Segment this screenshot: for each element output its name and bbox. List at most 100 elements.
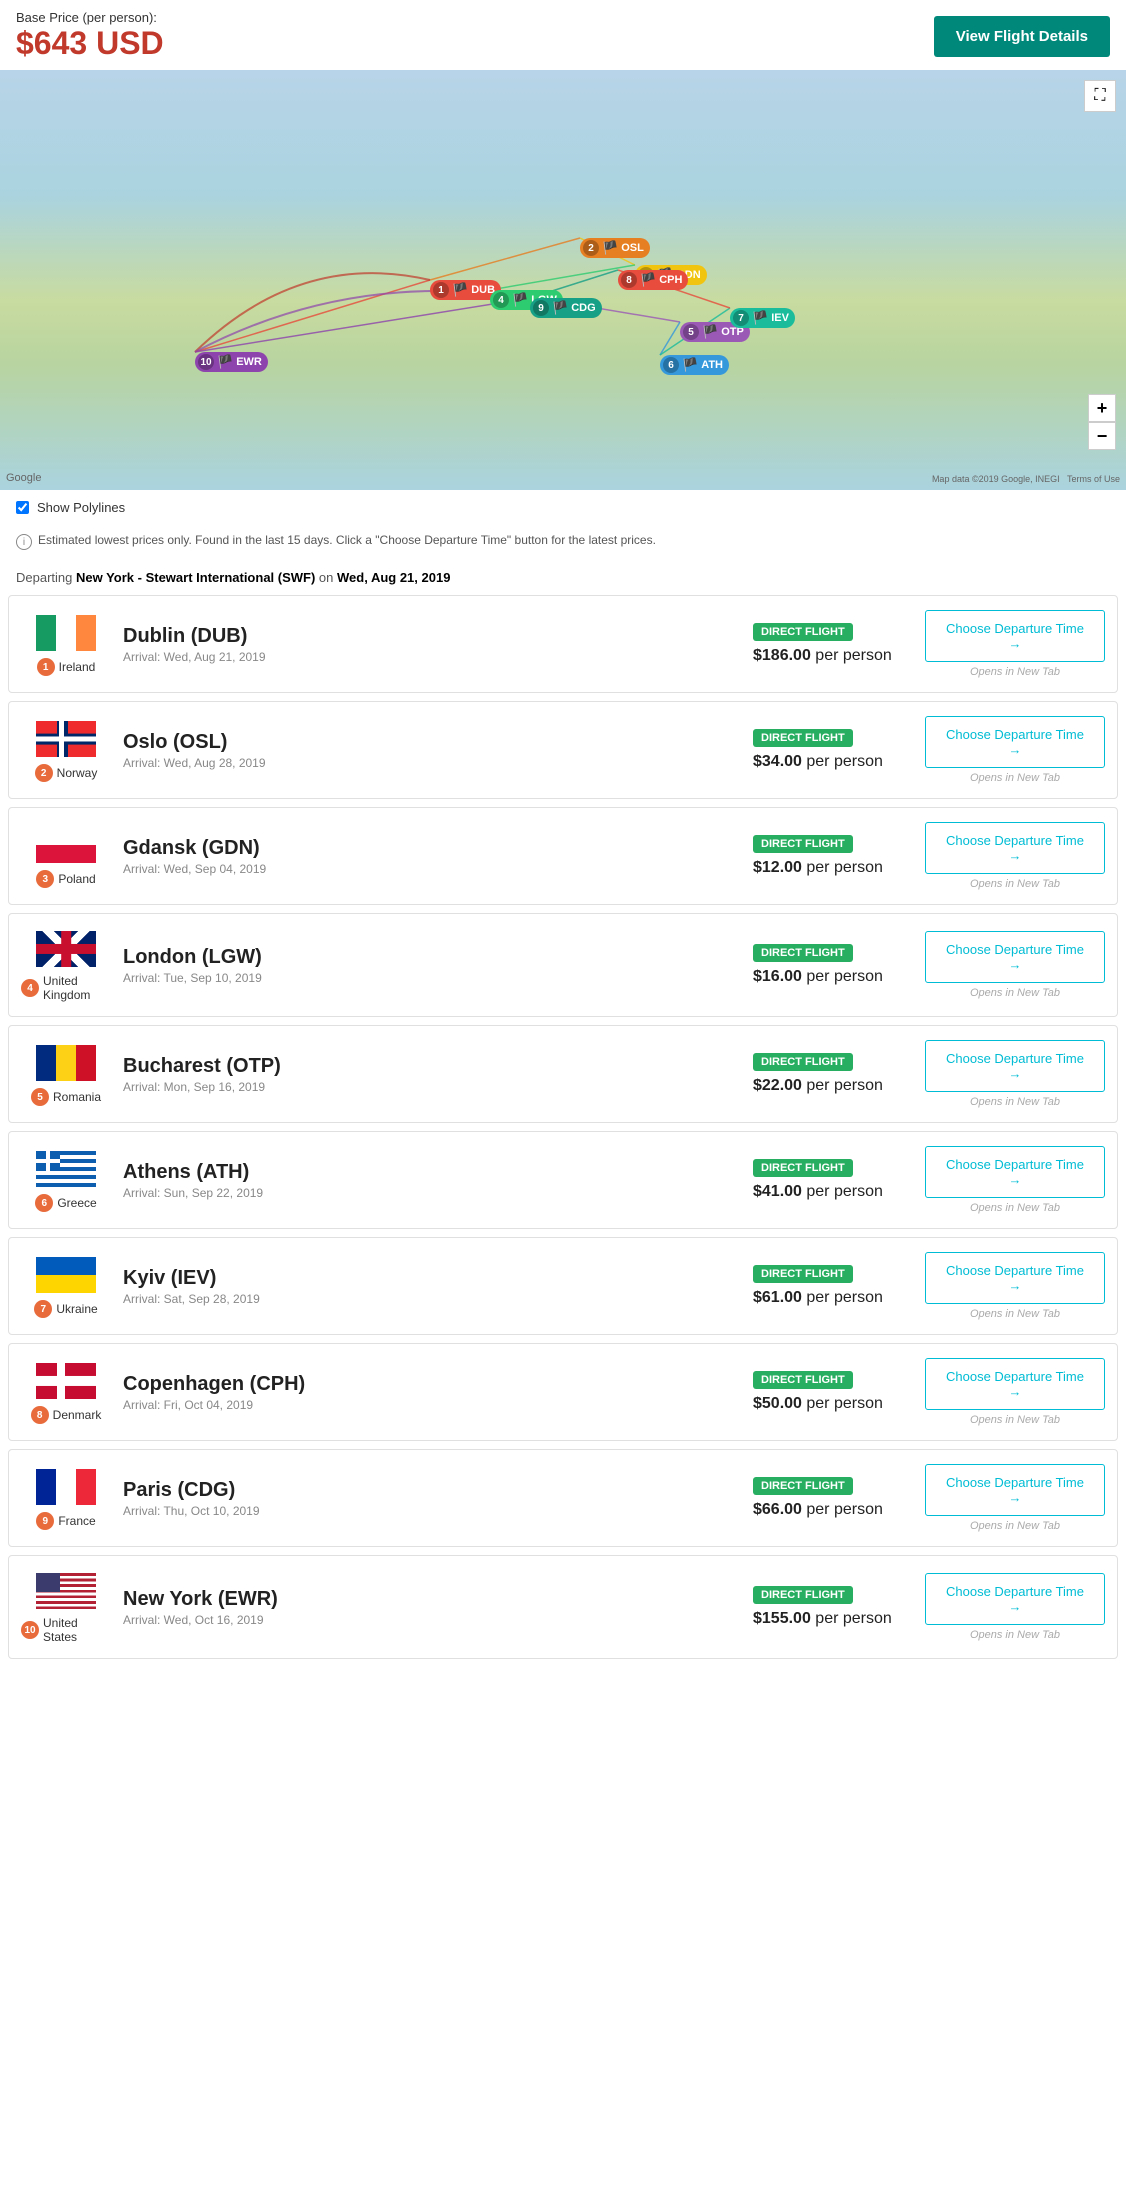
flight-row: 9 France Paris (CDG) Arrival: Thu, Oct 1…: [8, 1449, 1118, 1547]
flight-row: 1 Ireland Dublin (DUB) Arrival: Wed, Aug…: [8, 595, 1118, 693]
country-badge: 5 Romania: [31, 1088, 101, 1106]
destination-col: New York (EWR) Arrival: Wed, Oct 16, 201…: [123, 1588, 741, 1627]
opens-new-tab-label: Opens in New Tab: [970, 1629, 1060, 1641]
flight-info-col: DIRECT FLIGHT $50.00 per person: [753, 1371, 913, 1413]
country-name: United Kingdom: [43, 974, 111, 1002]
flag-romania: [34, 1042, 98, 1084]
flight-row: 4 United Kingdom London (LGW) Arrival: T…: [8, 913, 1118, 1017]
google-logo: Google: [6, 472, 41, 484]
country-col-greece: 6 Greece: [21, 1148, 111, 1212]
country-col-denmark: 8 Denmark: [21, 1360, 111, 1424]
flight-info-col: DIRECT FLIGHT $186.00 per person: [753, 623, 913, 665]
destination-col: Athens (ATH) Arrival: Sun, Sep 22, 2019: [123, 1161, 741, 1200]
flight-info-col: DIRECT FLIGHT $155.00 per person: [753, 1586, 913, 1628]
flight-number-badge: 8: [31, 1406, 49, 1424]
map-expand-button[interactable]: ⛶: [1084, 80, 1116, 112]
flight-info-col: DIRECT FLIGHT $61.00 per person: [753, 1265, 913, 1307]
flight-price: $22.00 per person: [753, 1077, 883, 1095]
choose-departure-time-button[interactable]: Choose Departure Time →: [925, 1040, 1105, 1092]
arrival-date: Arrival: Tue, Sep 10, 2019: [123, 971, 741, 985]
destination-col: Kyiv (IEV) Arrival: Sat, Sep 28, 2019: [123, 1267, 741, 1306]
destination-name: Paris (CDG): [123, 1479, 741, 1502]
destination-name: Dublin (DUB): [123, 625, 741, 648]
polylines-label[interactable]: Show Polylines: [37, 500, 125, 515]
country-name: Romania: [53, 1090, 101, 1104]
country-name: Denmark: [53, 1408, 102, 1422]
destination-name: Athens (ATH): [123, 1161, 741, 1184]
departing-line: Departing New York - Stewart Internation…: [0, 564, 1126, 595]
direct-flight-badge: DIRECT FLIGHT: [753, 1371, 853, 1389]
flight-info-col: DIRECT FLIGHT $12.00 per person: [753, 835, 913, 877]
arrival-date: Arrival: Sat, Sep 28, 2019: [123, 1292, 741, 1306]
flag-ireland: [34, 612, 98, 654]
flight-row: 3 Poland Gdansk (GDN) Arrival: Wed, Sep …: [8, 807, 1118, 905]
flight-info-col: DIRECT FLIGHT $66.00 per person: [753, 1477, 913, 1519]
flag-norway: [34, 718, 98, 760]
choose-departure-time-button[interactable]: Choose Departure Time →: [925, 1573, 1105, 1625]
choose-departure-time-button[interactable]: Choose Departure Time →: [925, 1252, 1105, 1304]
view-flight-details-button[interactable]: View Flight Details: [934, 16, 1110, 57]
polylines-checkbox[interactable]: [16, 501, 29, 514]
choose-departure-time-button[interactable]: Choose Departure Time →: [925, 610, 1105, 662]
map-background: [0, 70, 1126, 490]
arrival-date: Arrival: Thu, Oct 10, 2019: [123, 1504, 741, 1518]
choose-departure-time-button[interactable]: Choose Departure Time →: [925, 931, 1105, 983]
cta-col: Choose Departure Time → Opens in New Tab: [925, 610, 1105, 678]
polylines-toggle: Show Polylines: [0, 490, 1126, 525]
destination-name: Oslo (OSL): [123, 731, 741, 754]
map-zoom-out-button[interactable]: −: [1088, 422, 1116, 450]
country-col-romania: 5 Romania: [21, 1042, 111, 1106]
price-section: Base Price (per person): $643 USD: [16, 10, 164, 62]
opens-new-tab-label: Opens in New Tab: [970, 878, 1060, 890]
country-badge: 9 France: [36, 1512, 95, 1530]
arrival-date: Arrival: Wed, Oct 16, 2019: [123, 1613, 741, 1627]
flag-usa: [34, 1570, 98, 1612]
flight-row: 5 Romania Bucharest (OTP) Arrival: Mon, …: [8, 1025, 1118, 1123]
opens-new-tab-label: Opens in New Tab: [970, 987, 1060, 999]
map-pin-iev: 7🏴IEV: [730, 308, 795, 328]
flight-price: $50.00 per person: [753, 1395, 883, 1413]
choose-departure-time-button[interactable]: Choose Departure Time →: [925, 1146, 1105, 1198]
flight-row: 7 Ukraine Kyiv (IEV) Arrival: Sat, Sep 2…: [8, 1237, 1118, 1335]
country-name: Poland: [58, 872, 95, 886]
flight-info-col: DIRECT FLIGHT $41.00 per person: [753, 1159, 913, 1201]
country-badge: 8 Denmark: [31, 1406, 102, 1424]
destination-name: Kyiv (IEV): [123, 1267, 741, 1290]
cta-col: Choose Departure Time → Opens in New Tab: [925, 931, 1105, 999]
direct-flight-badge: DIRECT FLIGHT: [753, 623, 853, 641]
country-badge: 7 Ukraine: [34, 1300, 97, 1318]
choose-departure-time-button[interactable]: Choose Departure Time →: [925, 822, 1105, 874]
flight-price: $186.00 per person: [753, 647, 892, 665]
flight-row: 2 Norway Oslo (OSL) Arrival: Wed, Aug 28…: [8, 701, 1118, 799]
flight-number-badge: 5: [31, 1088, 49, 1106]
choose-departure-time-button[interactable]: Choose Departure Time →: [925, 716, 1105, 768]
departure-airport: New York - Stewart International (SWF): [76, 570, 315, 585]
destination-col: Oslo (OSL) Arrival: Wed, Aug 28, 2019: [123, 731, 741, 770]
destination-col: Paris (CDG) Arrival: Thu, Oct 10, 2019: [123, 1479, 741, 1518]
country-name: Greece: [57, 1196, 96, 1210]
flight-number-badge: 4: [21, 979, 39, 997]
arrival-date: Arrival: Wed, Sep 04, 2019: [123, 862, 741, 876]
destination-col: Copenhagen (CPH) Arrival: Fri, Oct 04, 2…: [123, 1373, 741, 1412]
flight-row: 6 Greece Athens (ATH) Arrival: Sun, Sep …: [8, 1131, 1118, 1229]
cta-col: Choose Departure Time → Opens in New Tab: [925, 716, 1105, 784]
country-badge: 3 Poland: [36, 870, 95, 888]
choose-departure-time-button[interactable]: Choose Departure Time →: [925, 1464, 1105, 1516]
flight-number-badge: 1: [37, 658, 55, 676]
cta-col: Choose Departure Time → Opens in New Tab: [925, 1573, 1105, 1641]
direct-flight-badge: DIRECT FLIGHT: [753, 1586, 853, 1604]
map-copyright: Map data ©2019 Google, INEGI Terms of Us…: [932, 474, 1120, 484]
destination-name: London (LGW): [123, 946, 741, 969]
country-badge: 6 Greece: [35, 1194, 96, 1212]
flight-price: $16.00 per person: [753, 968, 883, 986]
map-zoom-in-button[interactable]: +: [1088, 394, 1116, 422]
flight-number-badge: 7: [34, 1300, 52, 1318]
cta-col: Choose Departure Time → Opens in New Tab: [925, 1252, 1105, 1320]
flight-info-col: DIRECT FLIGHT $16.00 per person: [753, 944, 913, 986]
direct-flight-badge: DIRECT FLIGHT: [753, 729, 853, 747]
choose-departure-time-button[interactable]: Choose Departure Time →: [925, 1358, 1105, 1410]
flag-poland: [34, 824, 98, 866]
cta-col: Choose Departure Time → Opens in New Tab: [925, 1146, 1105, 1214]
destination-name: New York (EWR): [123, 1588, 741, 1611]
cta-col: Choose Departure Time → Opens in New Tab: [925, 1040, 1105, 1108]
